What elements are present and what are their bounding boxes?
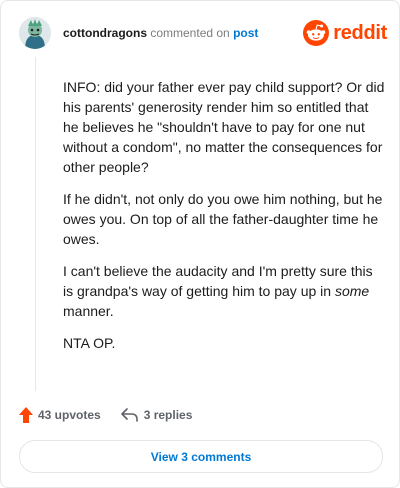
brand-wordmark: reddit — [333, 21, 387, 44]
comment-footer: 43 upvotes 3 replies — [19, 405, 192, 425]
reddit-snoo-icon — [303, 20, 330, 46]
reply-arrow-icon — [120, 408, 138, 422]
post-link[interactable]: post — [233, 26, 258, 40]
replies-button[interactable]: 3 replies — [120, 408, 193, 422]
username-link[interactable]: cottondragons — [63, 26, 147, 40]
upvote-count: 43 upvotes — [38, 408, 101, 422]
comment-body: INFO: did your father ever pay child sup… — [63, 77, 385, 365]
thread-line — [35, 57, 36, 391]
user-avatar[interactable] — [19, 17, 51, 49]
paragraph-text: I can't believe the audacity and I'm pre… — [63, 263, 373, 299]
reddit-logo[interactable]: reddit — [303, 19, 387, 47]
comment-paragraph: NTA OP. — [63, 335, 116, 351]
comment-paragraph: I can't believe the audacity and I'm pre… — [63, 261, 385, 321]
action-text: commented on — [150, 26, 230, 40]
comment-paragraph: INFO: did your father ever pay child sup… — [63, 79, 385, 175]
comment-paragraph: If he didn't, not only do you owe him no… — [63, 191, 383, 247]
upvote-button[interactable]: 43 upvotes — [19, 407, 101, 423]
emphasis-text: some — [334, 283, 370, 299]
paragraph-text: manner. — [63, 303, 114, 319]
comment-card: cottondragons commented on post reddit I… — [0, 0, 400, 488]
avatar-icon — [19, 17, 51, 49]
comment-header: cottondragons commented on post reddit — [19, 17, 389, 49]
comment-meta: cottondragons commented on post — [63, 26, 258, 40]
reply-count: 3 replies — [143, 408, 193, 422]
view-comments-button[interactable]: View 3 comments — [19, 440, 383, 473]
upvote-arrow-icon — [19, 407, 33, 423]
